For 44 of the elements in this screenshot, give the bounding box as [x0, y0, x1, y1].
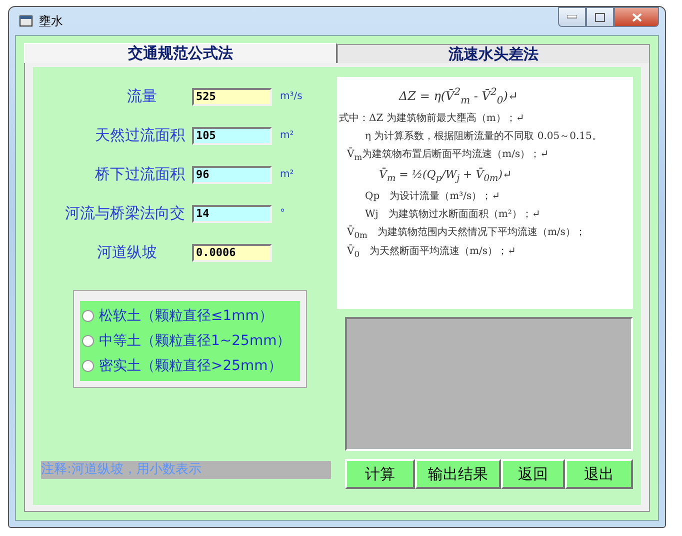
field-label: 流量 [126, 87, 158, 106]
tab[interactable]: 流速水头差法 [337, 44, 650, 63]
unit-label: m³/s [280, 91, 302, 102]
action-button[interactable]: 返回 [501, 459, 565, 489]
formula-line: V̄$_{m}$ = ½(Q$_{p}$/W$_{j}$ + V̄$_{0m}$)↵ [378, 168, 513, 185]
option-label[interactable]: 中等土（颗粒直径1~25mm） [99, 332, 291, 350]
formula-line: η 为计算系数，根据阻断流量的不同取 0.05～0.15。 [364, 131, 603, 144]
formula-line: ΔZ = η(V̄$^{2}$$_{m}$ - V̄$^{2}$$_{0}$)↵ [398, 87, 519, 108]
field-label: 桥下过流面积 [94, 165, 185, 184]
formula-line: V̄$_{0m}$ 为建筑物范围内天然情况下平均流速（m/s）； [346, 226, 586, 240]
formula-line: V̄$_{m}$为建筑物布置后断面平均流速（m/s）；↵ [346, 149, 550, 162]
formula-line: 式中：ΔZ 为建筑物前最大壅高（m）；↵ [339, 113, 526, 126]
tab[interactable]: 交通规范公式法 [24, 43, 337, 63]
radio-button[interactable] [82, 310, 94, 322]
option-label[interactable]: 松软土（颗粒直径≤1mm） [99, 307, 273, 325]
field-label: 河道纵坡 [96, 243, 158, 262]
option-label[interactable]: 密实土（颗粒直径>25mm） [99, 357, 282, 375]
close-button[interactable] [614, 7, 659, 27]
maximize-button[interactable] [586, 7, 614, 27]
close-icon [632, 12, 642, 22]
input-field[interactable]: 0.0006 [192, 244, 272, 262]
input-field[interactable]: 525 [192, 88, 272, 106]
field-label: 天然过流面积 [94, 126, 185, 145]
radio-button[interactable] [82, 360, 94, 372]
input-field[interactable]: 105 [192, 126, 272, 144]
field-label: 河流与桥梁法向交 [64, 204, 185, 223]
window-icon [19, 15, 33, 27]
minimize-icon [567, 15, 577, 19]
radio-button[interactable] [82, 335, 94, 347]
formula-line: V̄$_{0}$ 为天然断面平均流速（m/s）；↵ [346, 246, 517, 259]
maximize-icon [595, 12, 605, 22]
unit-label: ° [280, 208, 285, 219]
note-text: 注释:河道纵坡，用小数表示 [41, 461, 331, 479]
formula-line: Qp 为设计流量（m³/s）；↵ [364, 190, 501, 203]
window-title: 壅水 [39, 12, 63, 30]
input-field[interactable]: 14 [192, 204, 272, 222]
action-button[interactable]: 退出 [565, 459, 633, 489]
action-button[interactable]: 输出结果 [415, 459, 501, 489]
input-field[interactable]: 96 [192, 166, 272, 184]
minimize-button[interactable] [558, 7, 586, 27]
unit-label: m² [280, 169, 294, 180]
formula-line: Wj 为建筑物过水断面面积（m²）；↵ [364, 208, 542, 221]
unit-label: m² [280, 130, 294, 141]
action-button[interactable]: 计算 [345, 459, 415, 489]
